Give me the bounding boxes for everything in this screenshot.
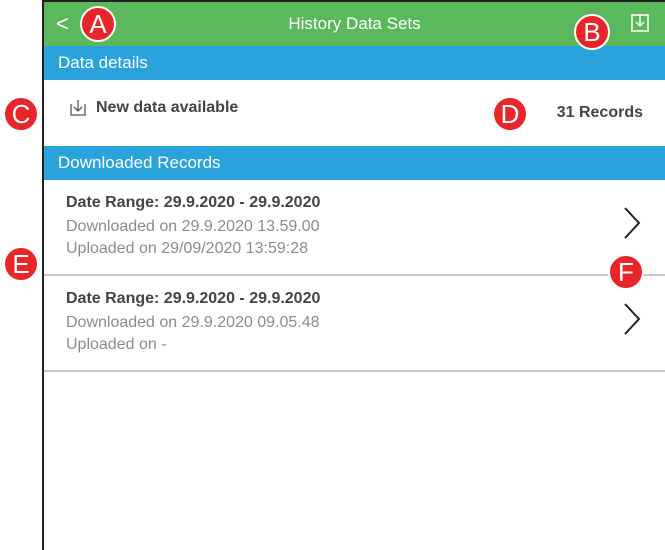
marker-d: D	[492, 96, 528, 132]
page-title: History Data Sets	[288, 14, 421, 33]
record-uploaded: Uploaded on 29/09/2020 13:59:28	[66, 240, 308, 257]
records-count: 31 Records	[556, 104, 643, 121]
app-screen: < History Data Sets Data details New dat…	[42, 0, 665, 550]
data-details-row: New data available 31 Records	[44, 80, 665, 146]
record-item[interactable]: Date Range: 29.9.2020 - 29.9.2020 Downlo…	[44, 276, 665, 372]
new-data-button[interactable]: New data available	[68, 98, 238, 118]
marker-e: E	[3, 246, 39, 282]
chevron-right-icon	[624, 207, 641, 239]
top-bar: < History Data Sets	[44, 2, 665, 46]
record-downloaded: Downloaded on 29.9.2020 13.59.00	[66, 218, 320, 235]
record-downloaded: Downloaded on 29.9.2020 09.05.48	[66, 314, 320, 331]
chevron-right-icon	[624, 303, 641, 335]
download-button[interactable]	[629, 12, 651, 34]
new-data-label: New data available	[96, 99, 239, 116]
marker-f: F	[608, 254, 644, 290]
record-date-range: Date Range: 29.9.2020 - 29.9.2020	[66, 194, 321, 211]
record-date-range: Date Range: 29.9.2020 - 29.9.2020	[66, 290, 321, 307]
section-header-data-details: Data details	[44, 46, 665, 80]
marker-b: B	[574, 14, 610, 50]
section-header-downloaded-records: Downloaded Records	[44, 146, 665, 180]
download-icon	[70, 100, 86, 116]
marker-a: A	[80, 6, 116, 42]
record-uploaded: Uploaded on -	[66, 336, 167, 353]
marker-c: C	[3, 96, 39, 132]
download-icon	[631, 14, 649, 32]
record-item[interactable]: Date Range: 29.9.2020 - 29.9.2020 Downlo…	[44, 180, 665, 276]
